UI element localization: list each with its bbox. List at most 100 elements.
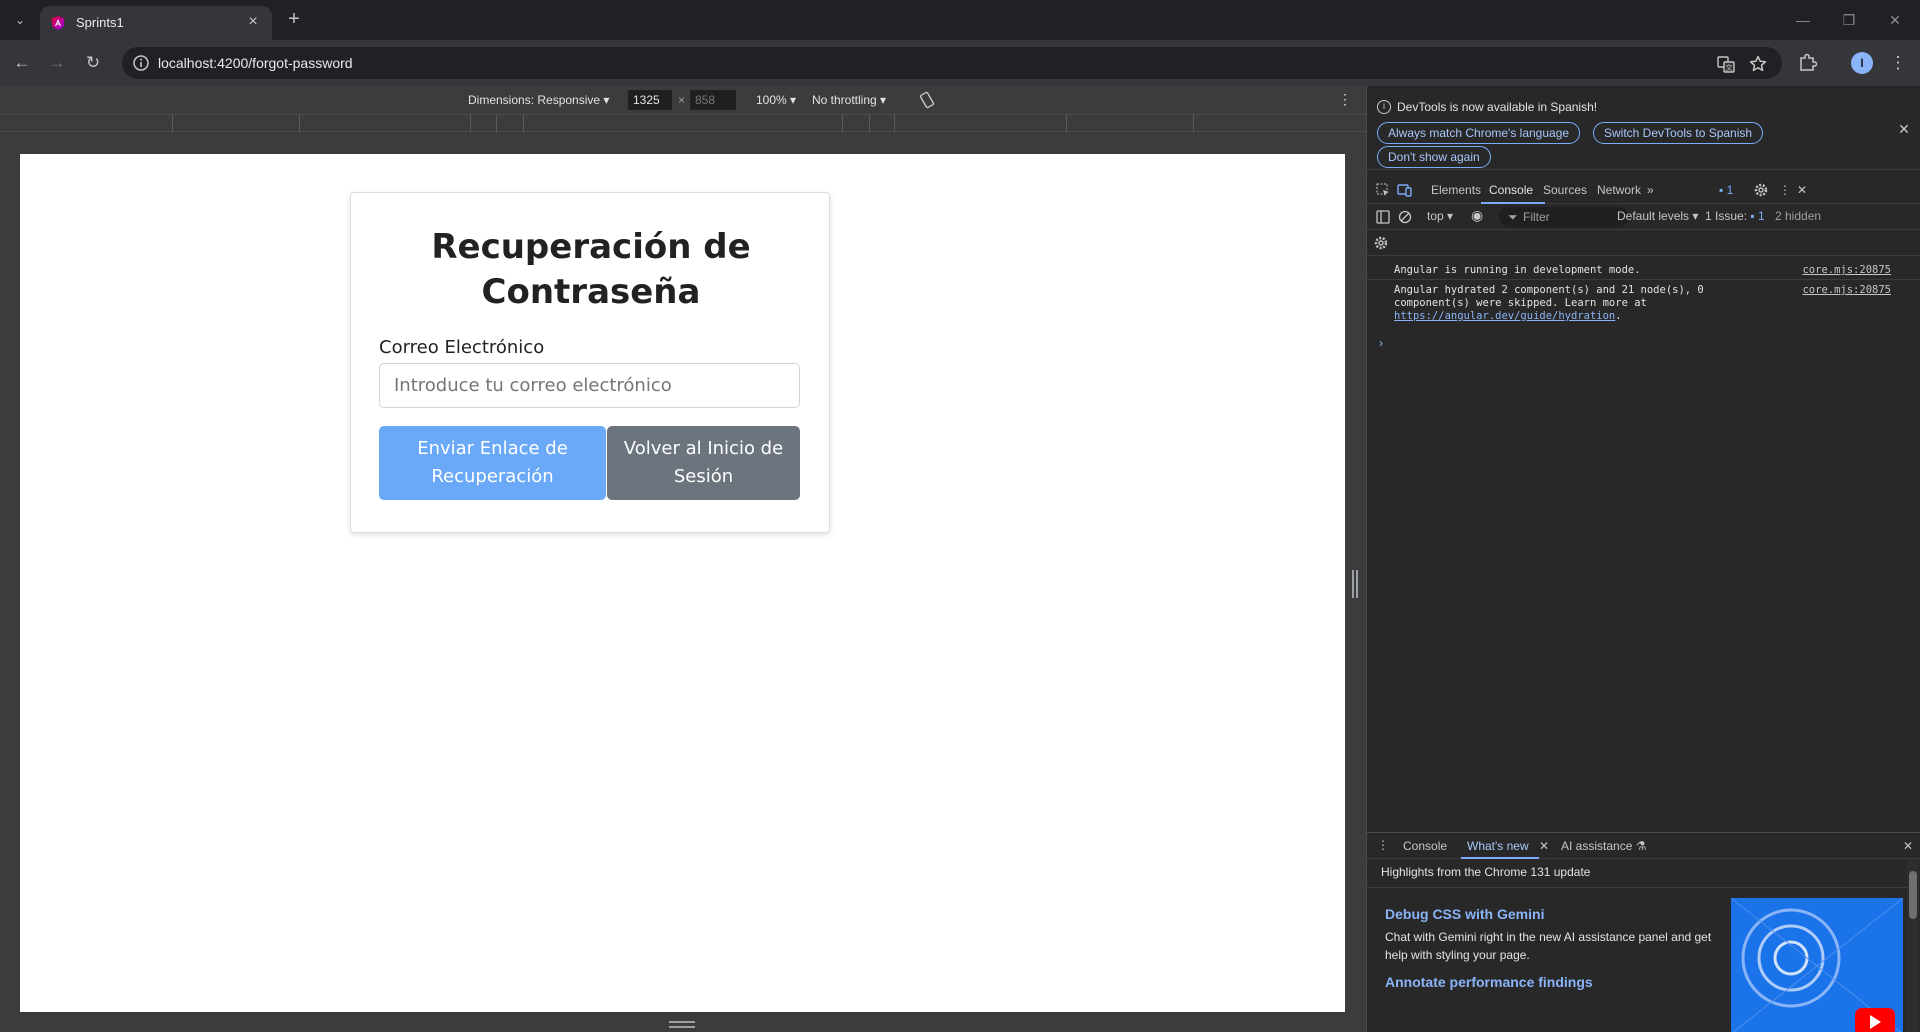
media-query-ruler[interactable] bbox=[0, 114, 1366, 133]
match-language-button[interactable]: Always match Chrome's language bbox=[1377, 122, 1581, 144]
whats-new-content: Debug CSS with Gemini Chat with Gemini r… bbox=[1367, 887, 1920, 1032]
drawer-tab-whats-new[interactable]: What's new bbox=[1467, 839, 1529, 853]
console-filter-input[interactable]: ⏷ Filter bbox=[1499, 207, 1629, 227]
inspect-element-icon[interactable] bbox=[1375, 182, 1391, 198]
browser-tab[interactable]: Sprints1 × bbox=[40, 6, 272, 40]
profile-avatar[interactable]: I bbox=[1851, 52, 1873, 74]
horizontal-resize-handle[interactable] bbox=[1352, 570, 1358, 598]
email-field[interactable] bbox=[379, 363, 800, 408]
page-title: Recuperación de Contraseña bbox=[431, 227, 751, 312]
filter-funnel-icon: ⏷ bbox=[1508, 210, 1518, 224]
drawer-active-indicator bbox=[1461, 857, 1539, 859]
devtools-panel: i DevTools is now available in Spanish! … bbox=[1366, 86, 1920, 1032]
minimize-icon[interactable]: — bbox=[1780, 0, 1826, 40]
device-toggle-icon[interactable] bbox=[1397, 182, 1413, 198]
video-thumbnail[interactable] bbox=[1731, 898, 1903, 1032]
url-text[interactable]: localhost:4200/forgot-password bbox=[158, 55, 353, 71]
tab-elements[interactable]: Elements bbox=[1431, 183, 1481, 197]
issues-counter[interactable]: 1 Issue: ▪ 1 bbox=[1705, 209, 1765, 223]
forgot-password-card: Recuperación de Contraseña Correo Electr… bbox=[350, 192, 830, 533]
clear-console-icon[interactable] bbox=[1397, 209, 1413, 225]
context-selector[interactable]: top ▾ bbox=[1427, 209, 1453, 223]
hidden-count: 2 hidden bbox=[1775, 209, 1822, 223]
infobar-close-icon[interactable]: ✕ bbox=[1897, 122, 1911, 136]
message-source-link[interactable]: core.mjs:20875 bbox=[1802, 284, 1891, 297]
whats-new-close-icon[interactable]: ✕ bbox=[1539, 839, 1549, 853]
drawer-menu-icon[interactable]: ⋮ bbox=[1377, 838, 1389, 852]
console-prompt[interactable]: › bbox=[1379, 336, 1383, 350]
browser-toolbar: ← → ↻ localhost:4200/forgot-password 文 I… bbox=[0, 40, 1920, 86]
chrome-menu-icon[interactable]: ⋮ bbox=[1886, 51, 1910, 75]
sidebar-toggle-icon[interactable] bbox=[1375, 209, 1391, 225]
flask-icon: ⚗ bbox=[1635, 839, 1647, 853]
page-viewport: Recuperación de Contraseña Correo Electr… bbox=[20, 154, 1345, 1012]
drawer-tabs: ⋮ Console What's new ✕ AI assistance ⚗ ✕ bbox=[1367, 833, 1920, 859]
height-input[interactable]: 858 bbox=[690, 90, 736, 110]
rotate-icon[interactable] bbox=[918, 91, 936, 109]
send-recovery-link-button[interactable]: Enviar Enlace de Recuperación bbox=[379, 426, 606, 500]
address-bar[interactable]: localhost:4200/forgot-password 文 bbox=[122, 47, 1782, 79]
issues-badge[interactable]: ▪ 1 bbox=[1719, 183, 1733, 197]
angular-favicon-icon bbox=[51, 16, 65, 30]
dimension-separator: × bbox=[678, 93, 686, 107]
feature-heading-link[interactable]: Annotate performance findings bbox=[1385, 974, 1593, 990]
tab-search-chevron-icon[interactable]: ⌄ bbox=[8, 8, 32, 32]
tab-console[interactable]: Console bbox=[1489, 183, 1533, 197]
site-info-icon[interactable] bbox=[132, 54, 150, 72]
console-settings-gear-icon[interactable] bbox=[1373, 235, 1389, 251]
console-message: Angular hydrated 2 component(s) and 21 n… bbox=[1367, 282, 1920, 326]
devtools-close-icon[interactable]: ✕ bbox=[1797, 183, 1807, 197]
console-message: Angular is running in development mode. … bbox=[1367, 262, 1920, 280]
message-text: Angular is running in development mode. bbox=[1394, 264, 1641, 276]
tab-strip: ⌄ Sprints1 × + — ❐ ✕ bbox=[0, 0, 1920, 40]
dimensions-dropdown[interactable]: Dimensions: Responsive ▾ bbox=[468, 93, 609, 107]
restore-icon[interactable]: ❐ bbox=[1826, 0, 1872, 40]
feature-description: Chat with Gemini right in the new AI ass… bbox=[1385, 930, 1712, 962]
throttling-dropdown[interactable]: No throttling ▾ bbox=[812, 93, 886, 107]
tab-sources[interactable]: Sources bbox=[1543, 183, 1587, 197]
language-infobar: i DevTools is now available in Spanish! … bbox=[1367, 86, 1920, 170]
translate-icon[interactable]: 文 bbox=[1716, 54, 1736, 74]
close-window-icon[interactable]: ✕ bbox=[1872, 0, 1918, 40]
drawer-tab-ai-assistance[interactable]: AI assistance ⚗ bbox=[1561, 839, 1646, 853]
more-tabs-chevron-icon[interactable]: » bbox=[1647, 183, 1654, 197]
bookmark-star-icon[interactable] bbox=[1748, 54, 1768, 74]
tab-network[interactable]: Network bbox=[1597, 183, 1641, 197]
live-expression-eye-icon[interactable]: ◉ bbox=[1471, 207, 1483, 224]
settings-gear-icon[interactable] bbox=[1753, 182, 1769, 198]
svg-text:文: 文 bbox=[1726, 63, 1733, 72]
device-toolbar: Dimensions: Responsive ▾ 1325 × 858 100%… bbox=[0, 86, 1366, 114]
reload-icon[interactable]: ↻ bbox=[81, 51, 105, 75]
message-source-link[interactable]: core.mjs:20875 bbox=[1802, 264, 1891, 277]
forward-arrow-icon[interactable]: → bbox=[45, 51, 69, 75]
zoom-dropdown[interactable]: 100% ▾ bbox=[756, 93, 796, 107]
back-to-login-button[interactable]: Volver al Inicio de Sesión bbox=[607, 426, 800, 500]
highlights-heading: Highlights from the Chrome 131 update bbox=[1381, 865, 1591, 879]
info-icon: i bbox=[1377, 100, 1391, 114]
dont-show-again-button[interactable]: Don't show again bbox=[1377, 146, 1491, 168]
tab-close-icon[interactable]: × bbox=[244, 13, 262, 31]
log-levels-dropdown[interactable]: Default levels ▾ bbox=[1617, 209, 1698, 223]
message-text: component(s) were skipped. Learn more at bbox=[1394, 297, 1647, 309]
feature-heading-link[interactable]: Debug CSS with Gemini bbox=[1385, 906, 1544, 922]
hydration-docs-link[interactable]: https://angular.dev/guide/hydration bbox=[1394, 310, 1615, 322]
drawer-tab-console[interactable]: Console bbox=[1403, 839, 1447, 853]
devtools-tabs: Elements Console Sources Network » ▪ 1 ⋮… bbox=[1367, 176, 1920, 204]
extensions-puzzle-icon[interactable] bbox=[1796, 51, 1820, 75]
youtube-play-icon bbox=[1855, 1008, 1895, 1032]
device-more-icon[interactable]: ⋮ bbox=[1338, 91, 1352, 108]
infobar-message: DevTools is now available in Spanish! bbox=[1397, 100, 1598, 114]
email-label: Correo Electrónico bbox=[379, 337, 545, 358]
back-arrow-icon[interactable]: ← bbox=[10, 51, 34, 75]
devtools-menu-icon[interactable]: ⋮ bbox=[1779, 183, 1791, 197]
width-input[interactable]: 1325 bbox=[628, 90, 672, 110]
switch-spanish-button[interactable]: Switch DevTools to Spanish bbox=[1593, 122, 1764, 144]
message-link-line: https://angular.dev/guide/hydration. bbox=[1394, 310, 1622, 322]
drawer-scroll-thumb[interactable] bbox=[1909, 871, 1917, 919]
vertical-resize-handle[interactable] bbox=[669, 1021, 695, 1028]
drawer-close-icon[interactable]: ✕ bbox=[1903, 839, 1913, 853]
console-toolbar: top ▾ ◉ ⏷ Filter Default levels ▾ 1 Issu… bbox=[1367, 204, 1920, 230]
new-tab-icon[interactable]: + bbox=[282, 8, 306, 32]
message-text: Angular hydrated 2 component(s) and 21 n… bbox=[1394, 284, 1704, 296]
devtools-drawer: ⋮ Console What's new ✕ AI assistance ⚗ ✕… bbox=[1367, 832, 1920, 1032]
